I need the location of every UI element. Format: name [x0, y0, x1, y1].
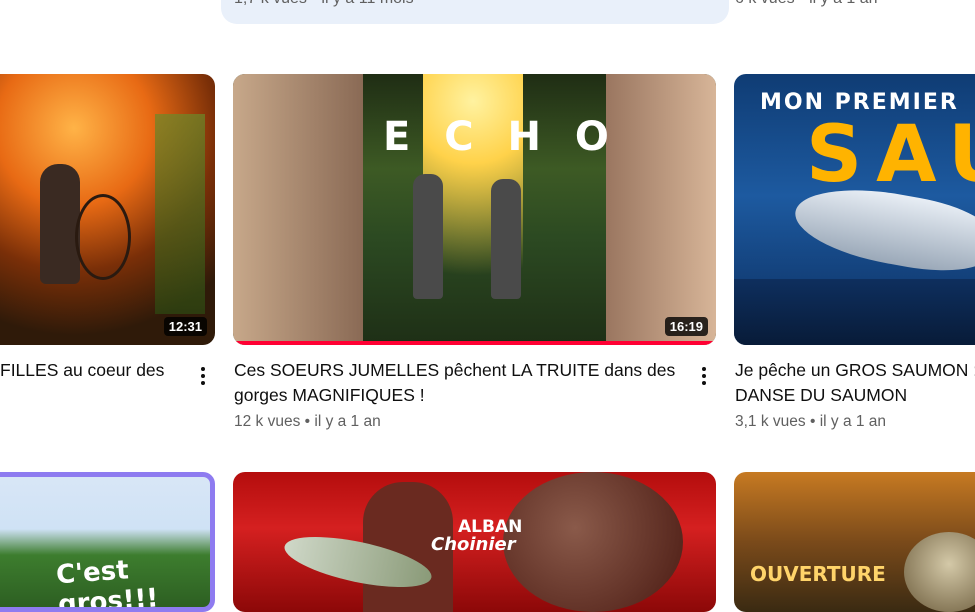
- thumb-face-right: [606, 74, 716, 345]
- thumb-angler-1: [413, 174, 443, 299]
- video-duration-1: 12:31: [163, 317, 207, 336]
- thumb-text: OUVERTURE: [750, 562, 886, 586]
- thumb-net: [75, 194, 131, 280]
- thumb-figure: [40, 164, 80, 284]
- video-title-2[interactable]: Ces SOEURS JUMELLES pêchent LA TRUITE da…: [234, 358, 684, 408]
- more-options-icon-2[interactable]: [692, 364, 716, 388]
- video-thumbnail-2[interactable]: E C H O 16:19: [233, 74, 716, 345]
- thumb-fish-head: [904, 532, 975, 612]
- thumb-grass: [155, 114, 205, 314]
- thumb-angler-2: [491, 179, 521, 299]
- video-thumbnail-6[interactable]: OUVERTURE: [734, 472, 975, 612]
- thumb-title-text: E C H O: [383, 114, 619, 160]
- video-meta-2: 12 k vues • il y a 1 an: [234, 413, 381, 430]
- video-thumbnail-3[interactable]: MON PREMIER SAU: [734, 74, 975, 345]
- thumb-face: [503, 472, 683, 612]
- thumb-face-left: [233, 74, 363, 345]
- video-title-3[interactable]: Je pêche un GROS SAUMON : DANSE DU SAUMO…: [735, 358, 975, 408]
- video-title-3-line1: Je pêche un GROS SAUMON :: [735, 360, 975, 380]
- video-title-2-line2: gorges MAGNIFIQUES !: [234, 385, 425, 405]
- watch-progress-bar: [233, 341, 716, 345]
- thumb-text: C'est gros!!!: [55, 555, 160, 612]
- video-duration-2: 16:19: [664, 317, 708, 336]
- video-thumbnail-1[interactable]: 12:31: [0, 74, 215, 345]
- thumb-text-big: SAU: [806, 110, 975, 200]
- video-meta-3: 3,1 k vues • il y a 1 an: [735, 413, 887, 430]
- more-options-icon-1[interactable]: [191, 364, 215, 388]
- video-title-1[interactable]: FILLES au coeur des: [0, 358, 200, 383]
- thumb-waves: [734, 279, 975, 345]
- previous-video-meta: 1,7 k vues • il y a 11 mois: [234, 0, 414, 8]
- thumb-text-bottom: Choinier: [431, 534, 516, 555]
- previous-video-meta-right: 6 k vues • il y a 1 an: [735, 0, 878, 8]
- video-thumbnail-5[interactable]: ALBAN Choinier: [233, 472, 716, 612]
- video-title-2-line1: Ces SOEURS JUMELLES pêchent LA TRUITE da…: [234, 360, 676, 380]
- video-title-3-line2: DANSE DU SAUMON: [735, 385, 908, 405]
- video-thumbnail-4[interactable]: C'est gros!!!: [0, 472, 215, 612]
